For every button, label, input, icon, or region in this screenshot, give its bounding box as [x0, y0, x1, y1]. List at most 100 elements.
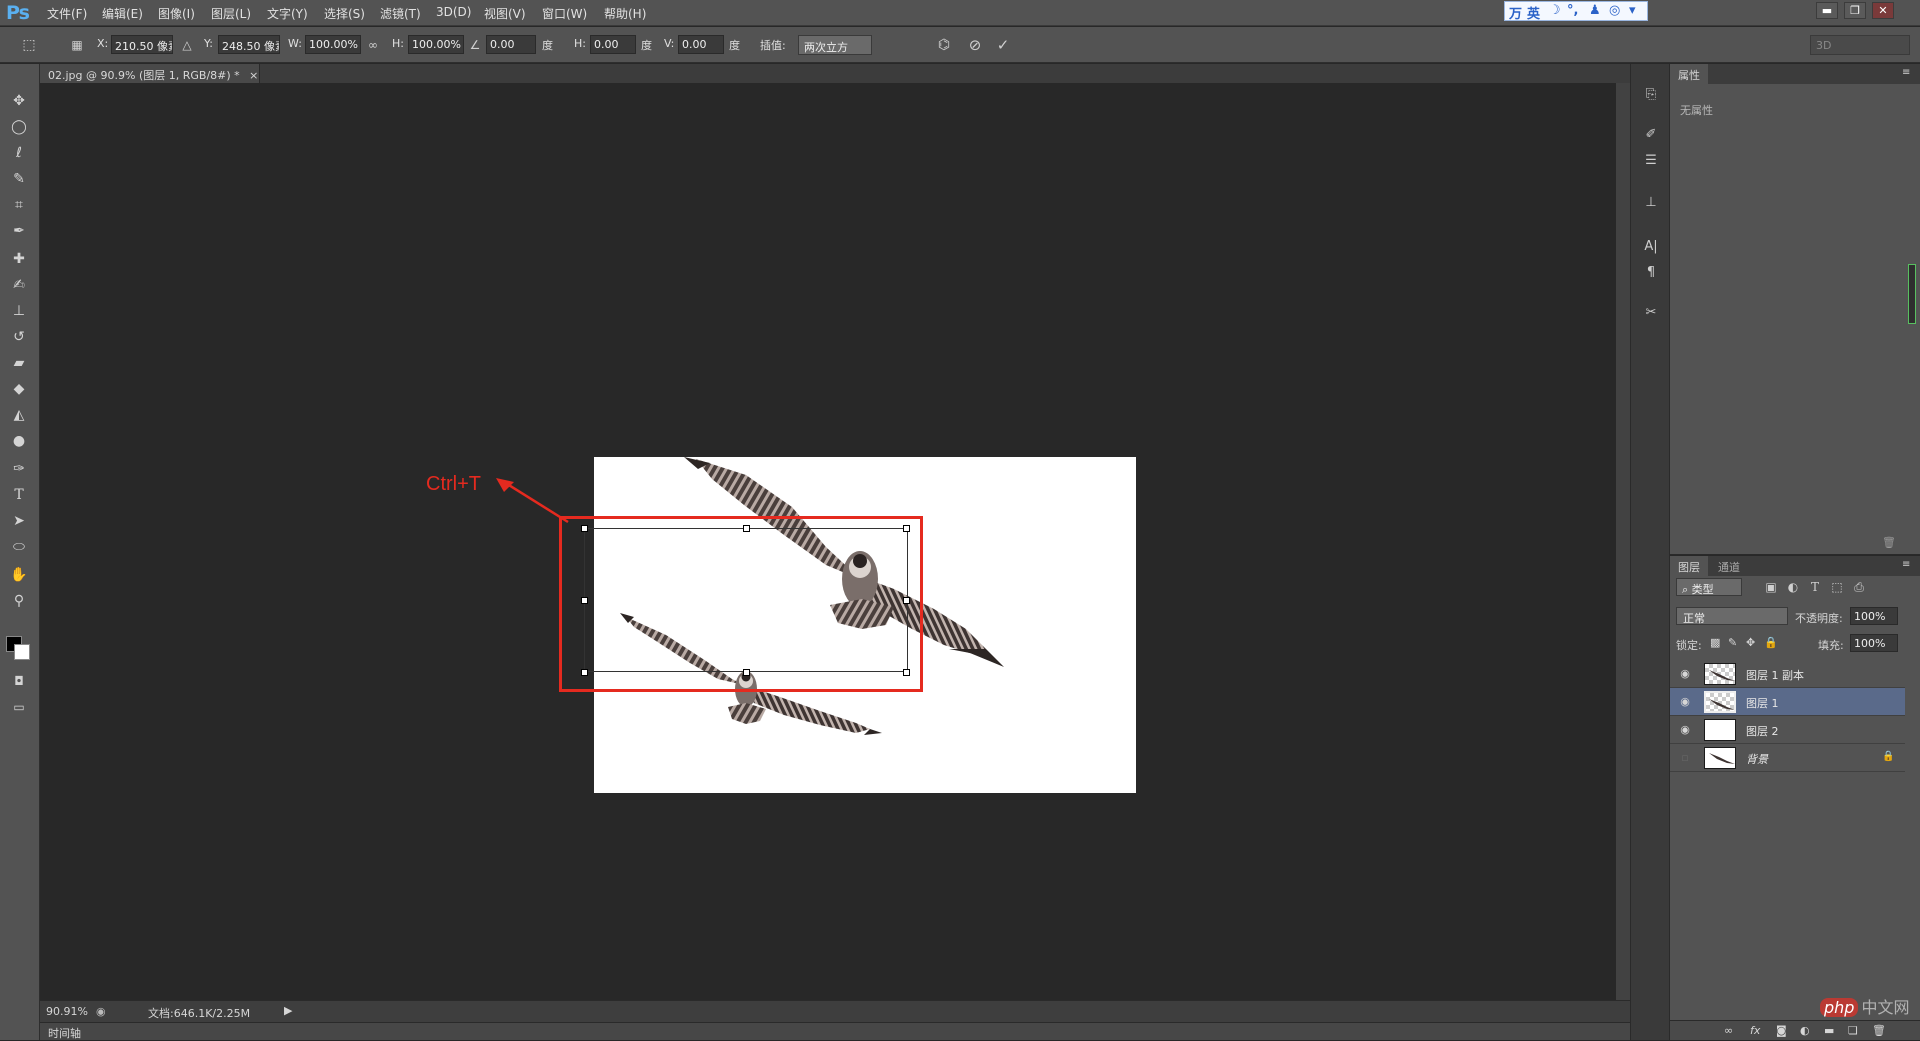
eraser-tool-icon[interactable]: ▰	[8, 352, 30, 374]
tools-panel-icon[interactable]: ✂	[1641, 302, 1661, 324]
history-brush-icon[interactable]: ↺	[8, 326, 30, 348]
healing-brush-icon[interactable]: ✚	[8, 248, 30, 270]
lasso-tool-icon[interactable]: ℓ	[8, 142, 30, 164]
brush-panel-icon[interactable]: ✐	[1641, 124, 1661, 146]
delta-icon[interactable]: △	[178, 36, 196, 54]
workspace-select[interactable]: 3D	[1810, 35, 1910, 55]
layer-name[interactable]: 背景	[1746, 751, 1768, 767]
tab-layers[interactable]: 图层	[1670, 556, 1708, 576]
move-tool-icon[interactable]: ✥	[8, 90, 30, 112]
layer-name[interactable]: 图层 2	[1746, 723, 1779, 739]
history-panel-icon[interactable]: ⎘	[1641, 84, 1661, 106]
minimize-button[interactable]: ▬	[1816, 2, 1838, 19]
new-layer-icon[interactable]: ❏	[1848, 1024, 1858, 1037]
ellipse-tool-icon[interactable]: ⬭	[8, 536, 30, 558]
lock-position-icon[interactable]: ✥	[1746, 636, 1755, 649]
properties-scroll-thumb[interactable]	[1908, 264, 1916, 324]
link-icon[interactable]: ∞	[364, 36, 382, 54]
layer-row[interactable]: ◉ 图层 1 副本	[1670, 660, 1905, 688]
lock-transparent-icon[interactable]: ▩	[1710, 636, 1720, 649]
filter-type-icon[interactable]: T	[1806, 578, 1824, 596]
v-skew-input[interactable]: 0.00	[678, 35, 724, 54]
menu-help[interactable]: 帮助(H)	[604, 5, 646, 22]
cancel-transform-icon[interactable]: ⊘	[966, 36, 984, 54]
layers-menu-icon[interactable]: ≡	[1902, 559, 1910, 570]
menu-3d[interactable]: 3D(D)	[436, 5, 471, 19]
ime-lang-toggle[interactable]: 英	[1527, 3, 1540, 22]
close-button[interactable]: ✕	[1872, 2, 1894, 19]
menu-image[interactable]: 图像(I)	[158, 5, 195, 22]
lock-all-icon[interactable]: 🔒	[1764, 636, 1778, 649]
punctuation-icon[interactable]: °,	[1567, 3, 1578, 18]
path-select-icon[interactable]: ➤	[8, 510, 30, 532]
angle-input[interactable]: 0.00	[486, 35, 536, 54]
canvas-scrollbar[interactable]	[1616, 83, 1630, 1000]
adjustments-panel-icon[interactable]: ☰	[1641, 150, 1661, 172]
character-panel-icon[interactable]: A|	[1641, 236, 1661, 258]
visibility-eye-icon[interactable]: ◉	[1678, 695, 1692, 709]
blend-mode-select[interactable]: 正常	[1676, 607, 1788, 625]
settings-icon[interactable]: ◎	[1609, 3, 1620, 18]
menu-type[interactable]: 文字(Y)	[267, 5, 308, 22]
dodge-tool-icon[interactable]: ●	[8, 430, 30, 452]
menu-window[interactable]: 窗口(W)	[542, 5, 587, 22]
adjustment-layer-icon[interactable]: ◐	[1800, 1024, 1810, 1037]
interpolation-select[interactable]: 两次立方	[798, 35, 872, 55]
paragraph-panel-icon[interactable]: ¶	[1641, 262, 1661, 284]
menu-filter[interactable]: 滤镜(T)	[380, 5, 421, 22]
clone-source-icon[interactable]: ⊥	[1641, 192, 1661, 214]
filter-smart-icon[interactable]: ⎙	[1850, 578, 1868, 596]
menu-layer[interactable]: 图层(L)	[211, 5, 251, 22]
timeline-label[interactable]: 时间轴	[48, 1025, 81, 1041]
menu-file[interactable]: 文件(F)	[47, 5, 87, 22]
layer-name[interactable]: 图层 1	[1746, 695, 1779, 711]
restore-button[interactable]: ❐	[1844, 2, 1866, 19]
ime-brand-icon[interactable]: 万	[1509, 3, 1522, 22]
paint-bucket-icon[interactable]: ◆	[8, 378, 30, 400]
reference-point-icon[interactable]: ▦	[68, 36, 86, 54]
document-tab[interactable]: 02.jpg @ 90.9% (图层 1, RGB/8#) * ×	[40, 64, 260, 83]
x-position-input[interactable]: 210.50 像素	[111, 35, 173, 54]
pen-tool-icon[interactable]: ✑	[8, 458, 30, 480]
chevron-down-icon[interactable]: ▾	[1629, 3, 1636, 18]
status-info-icon[interactable]: ◉	[96, 1005, 106, 1018]
delete-layer-icon[interactable]: 🗑	[1872, 1024, 1886, 1037]
group-folder-icon[interactable]: ▬	[1824, 1024, 1834, 1037]
warp-mode-icon[interactable]: ⌬	[935, 36, 953, 54]
moon-icon[interactable]: ☽	[1549, 3, 1561, 18]
mask-icon[interactable]: ◙	[1776, 1024, 1787, 1037]
timeline-bar[interactable]: 时间轴	[40, 1022, 1630, 1040]
ime-toolbar[interactable]: 万 英 ☽ °, ♟ ◎ ▾	[1504, 1, 1648, 22]
zoom-tool-icon[interactable]: ⚲	[8, 590, 30, 612]
y-position-input[interactable]: 248.50 像素	[218, 35, 280, 54]
width-input[interactable]: 100.00%	[305, 35, 361, 54]
visibility-eye-icon[interactable]: ◉	[1678, 667, 1692, 681]
marquee-tool-icon[interactable]: ◯	[8, 116, 30, 138]
quick-select-tool-icon[interactable]: ✎	[8, 168, 30, 190]
fill-input[interactable]: 100%	[1850, 634, 1898, 652]
height-input[interactable]: 100.00%	[408, 35, 464, 54]
transform-tool-icon[interactable]: ⬚	[20, 36, 38, 54]
status-menu-arrow-icon[interactable]: ▶	[284, 1004, 292, 1017]
lock-pixels-icon[interactable]: ✎	[1728, 636, 1737, 649]
visibility-eye-icon[interactable]: ◉	[1678, 723, 1692, 737]
layer-row[interactable]: ◉ 图层 2	[1670, 716, 1905, 744]
canvas-workspace[interactable]: Ctrl+T	[40, 83, 1630, 1000]
brush-tool-icon[interactable]: ✍	[8, 274, 30, 296]
commit-transform-icon[interactable]: ✓	[994, 36, 1012, 54]
blur-tool-icon[interactable]: ◭	[8, 404, 30, 426]
crop-tool-icon[interactable]: ⌗	[8, 194, 30, 216]
stamp-tool-icon[interactable]: ⊥	[8, 300, 30, 322]
layer-filter-select[interactable]: ⌕ 类型	[1676, 578, 1742, 596]
tab-channels[interactable]: 通道	[1710, 556, 1748, 576]
eyedropper-tool-icon[interactable]: ✒	[8, 220, 30, 242]
h-skew-input[interactable]: 0.00	[590, 35, 636, 54]
visibility-toggle-empty[interactable]: ▫	[1678, 751, 1692, 765]
layer-row-selected[interactable]: ◉ 图层 1	[1670, 688, 1905, 716]
zoom-level[interactable]: 90.91%	[46, 1005, 88, 1018]
quick-mask-icon[interactable]: ◘	[8, 670, 30, 692]
menu-select[interactable]: 选择(S)	[324, 5, 365, 22]
trash-icon[interactable]: 🗑	[1882, 536, 1896, 549]
panel-menu-icon[interactable]: ≡	[1902, 67, 1910, 78]
opacity-input[interactable]: 100%	[1850, 607, 1898, 625]
